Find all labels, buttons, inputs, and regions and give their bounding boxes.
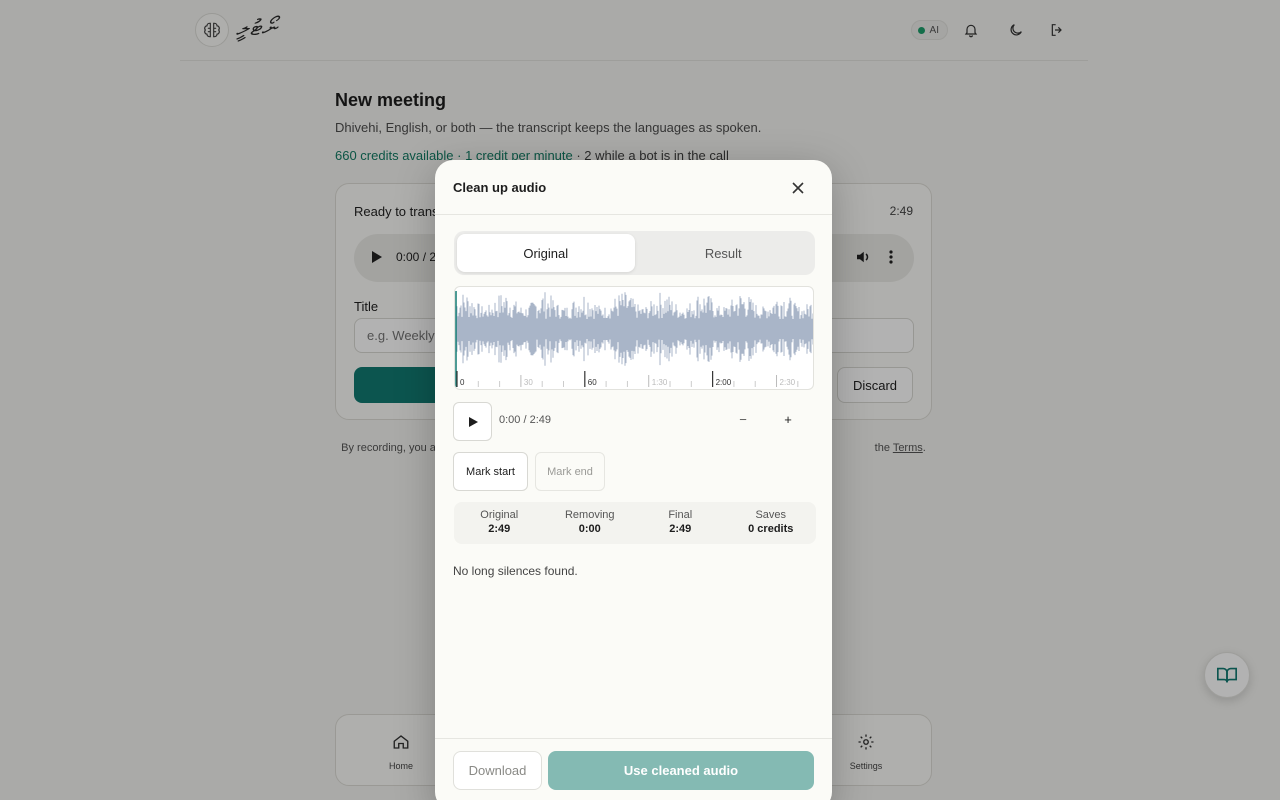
mark-end-button[interactable]: Mark end xyxy=(535,452,605,491)
play-button[interactable] xyxy=(453,402,492,441)
stat-value: 2:49 xyxy=(669,523,692,535)
waveform-graphic: 0 30 60 1:30 2:00 2:30 xyxy=(455,291,813,387)
playback-time: 0:00 / 2:49 xyxy=(499,414,551,426)
use-cleaned-audio-button[interactable]: Use cleaned audio xyxy=(548,751,814,790)
tab-result[interactable]: Result xyxy=(635,234,813,272)
stat-value: 0:00 xyxy=(578,523,601,535)
timeline-tick-label: 1:30 xyxy=(652,378,668,387)
stat-label: Original xyxy=(480,509,519,521)
download-button[interactable]: Download xyxy=(453,751,542,790)
stat-label: Removing xyxy=(564,509,615,521)
timeline-tick-label: 60 xyxy=(588,378,597,387)
stat-removing: Removing 0:00 xyxy=(545,502,636,544)
dialog-title: Clean up audio xyxy=(453,180,547,195)
tab-original[interactable]: Original xyxy=(457,234,635,272)
dialog-header: Clean up audio xyxy=(435,160,832,215)
timeline-tick-label: 30 xyxy=(524,378,533,387)
mark-start-button[interactable]: Mark start xyxy=(453,452,528,491)
zoom-out-button[interactable]: − xyxy=(736,412,750,427)
stat-label: Final xyxy=(668,509,693,521)
stat-label: Saves xyxy=(755,509,787,521)
timeline-tick-label: 2:00 xyxy=(716,378,732,387)
zoom-in-button[interactable]: + xyxy=(781,412,795,427)
stat-value: 0 credits xyxy=(748,523,794,535)
waveform[interactable]: 0 30 60 1:30 2:00 2:30 xyxy=(454,286,814,390)
stat-saves: Saves 0 credits xyxy=(726,502,817,544)
status-message: No long silences found. xyxy=(453,564,578,578)
play-icon xyxy=(469,416,478,427)
timeline-tick-label: 0 xyxy=(460,378,465,387)
stat-final: Final 2:49 xyxy=(635,502,726,544)
stat-value: 2:49 xyxy=(488,523,511,535)
stats-panel: Original 2:49 Removing 0:00 Final 2:49 S… xyxy=(454,502,816,544)
playback-controls: 0:00 / 2:49 − + xyxy=(453,402,815,442)
close-icon[interactable] xyxy=(788,178,808,198)
clean-audio-dialog: Clean up audio Original Result 0 30 60 1:30… xyxy=(435,160,832,800)
view-toggle: Original Result xyxy=(454,231,815,275)
dialog-footer: Download Use cleaned audio xyxy=(435,738,832,800)
timeline-tick-label: 2:30 xyxy=(780,378,796,387)
stat-original: Original 2:49 xyxy=(454,502,545,544)
